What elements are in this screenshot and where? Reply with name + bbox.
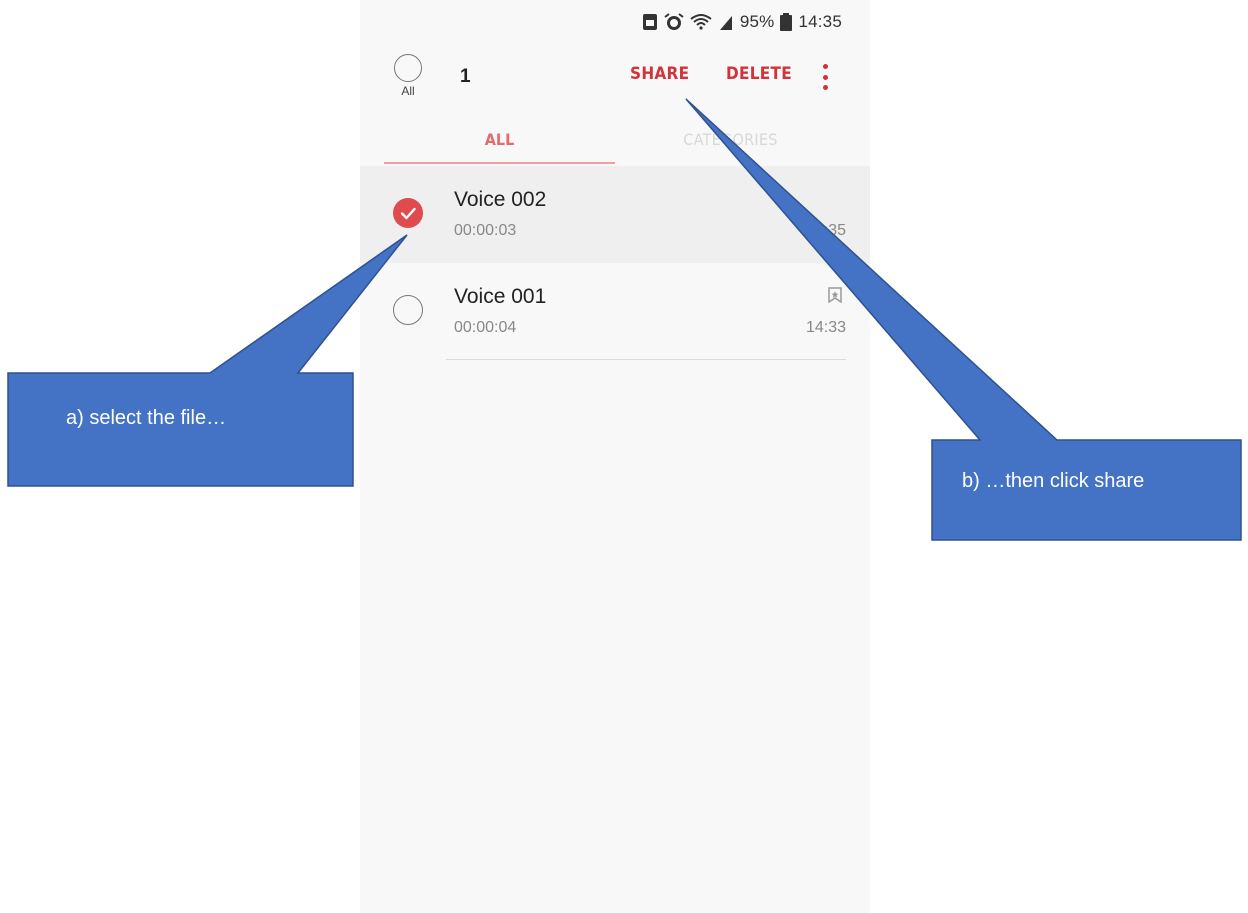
recording-duration: 00:00:04 xyxy=(454,319,517,336)
wifi-icon xyxy=(690,13,712,31)
battery-percent: 95% xyxy=(739,12,775,31)
checked-checkbox[interactable] xyxy=(393,198,423,228)
checkmark-icon xyxy=(400,207,416,220)
recording-title: Voice 002 xyxy=(454,188,547,211)
more-dot-icon xyxy=(822,74,828,80)
signal-icon xyxy=(718,13,734,31)
phone-screen: 95% 14:35 All 1 SHARE DELETE ALL CATEGOR… xyxy=(360,0,870,913)
selection-action-bar: All 1 SHARE DELETE xyxy=(360,48,870,108)
select-all-checkbox[interactable]: All xyxy=(390,54,426,104)
callout-a-shape xyxy=(7,234,408,487)
more-dot-icon xyxy=(822,85,828,90)
select-all-label: All xyxy=(401,84,415,98)
list-item[interactable]: Voice 002 00:00:03 14:35 xyxy=(360,166,870,263)
callout-b-text: b) …then click share xyxy=(962,470,1145,492)
unchecked-checkbox[interactable] xyxy=(393,295,423,325)
recording-time: 14:35 xyxy=(805,222,846,239)
tab-all[interactable]: ALL xyxy=(384,124,615,164)
recordings-list: Voice 002 00:00:03 14:35 Voice 001 00:00… xyxy=(360,166,870,360)
alarm-icon xyxy=(664,13,684,31)
recording-duration: 00:00:03 xyxy=(454,222,517,239)
recording-time: 14:33 xyxy=(805,319,846,336)
battery-icon xyxy=(780,13,793,31)
share-button[interactable]: SHARE xyxy=(630,64,689,84)
list-item[interactable]: Voice 001 00:00:04 14:33 xyxy=(360,263,870,360)
delete-button[interactable]: DELETE xyxy=(726,64,792,84)
select-all-circle-icon xyxy=(394,54,422,82)
status-bar: 95% 14:35 xyxy=(360,8,842,36)
selected-count: 1 xyxy=(460,66,471,87)
sim-card-icon xyxy=(642,13,658,31)
more-options-button[interactable] xyxy=(818,64,832,90)
more-dot-icon xyxy=(822,64,828,69)
row-divider xyxy=(446,359,846,360)
bookmark-icon xyxy=(828,287,842,308)
callout-a-text: a) select the file… xyxy=(66,407,227,429)
tab-bar: ALL CATEGORIES xyxy=(384,124,846,166)
tab-categories[interactable]: CATEGORIES xyxy=(615,124,846,164)
status-time: 14:35 xyxy=(798,12,842,31)
recording-title: Voice 001 xyxy=(454,285,547,308)
